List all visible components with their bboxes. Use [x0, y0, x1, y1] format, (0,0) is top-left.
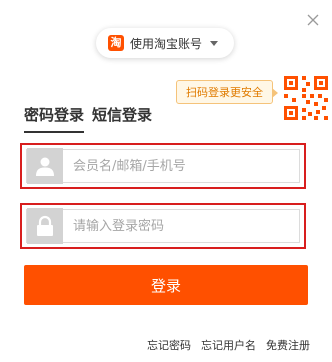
lock-icon: [27, 208, 63, 244]
username-input[interactable]: [63, 150, 299, 182]
login-button[interactable]: 登录: [24, 265, 308, 305]
close-button[interactable]: [306, 12, 320, 26]
close-icon: [307, 14, 319, 26]
qr-login-toggle[interactable]: [280, 72, 332, 124]
password-field: [20, 203, 306, 249]
footer-links: 忘记密码 忘记用户名 免费注册: [137, 337, 310, 353]
forgot-password-link[interactable]: 忘记密码: [147, 337, 191, 353]
chevron-down-icon: [210, 40, 219, 46]
forgot-username-link[interactable]: 忘记用户名: [201, 337, 256, 353]
tab-sms-login[interactable]: 短信登录: [92, 104, 152, 133]
login-tabs: 密码登录 短信登录: [24, 104, 160, 133]
qr-code-icon: [284, 76, 328, 120]
username-field-inner: [26, 148, 300, 184]
account-type-label: 使用淘宝账号: [130, 36, 203, 51]
account-type-switch[interactable]: 淘 使用淘宝账号: [96, 28, 234, 58]
qr-login-tip: 扫码登录更安全: [176, 80, 278, 104]
username-field: [20, 143, 306, 189]
password-input[interactable]: [63, 210, 299, 242]
taobao-logo: 淘: [108, 35, 124, 51]
password-field-inner: [26, 208, 300, 244]
register-link[interactable]: 免费注册: [266, 337, 310, 353]
tab-password-login[interactable]: 密码登录: [24, 104, 85, 133]
user-icon: [27, 148, 63, 184]
